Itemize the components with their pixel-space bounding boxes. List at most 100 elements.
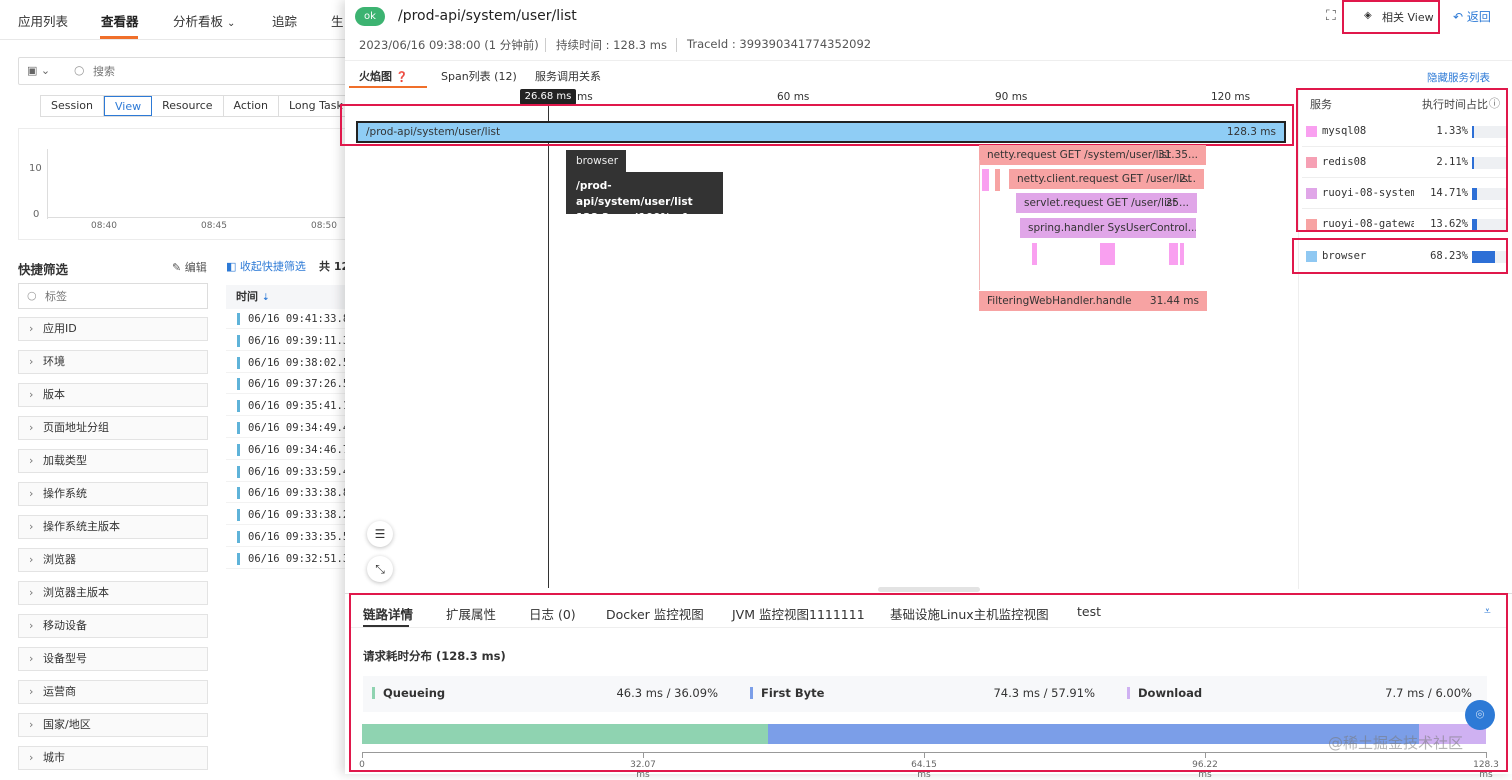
filter-item[interactable]: 环境 <box>18 350 208 374</box>
nav-trace[interactable]: 追踪 <box>272 11 297 30</box>
back-icon: ↶ <box>1453 10 1464 24</box>
span-name: spring.handler SysUserControl... <box>1028 222 1196 234</box>
span-bar-small[interactable] <box>982 169 989 191</box>
tab-view[interactable]: View <box>103 96 153 116</box>
y-tick: 0 <box>33 209 40 220</box>
span-name: servlet.request GET /user/list <box>1024 197 1177 209</box>
tab-flame-label: 火焰图 <box>359 70 392 83</box>
table-row[interactable]: 06/16 09:35:41.1 <box>226 396 346 417</box>
filter-item[interactable]: 设备型号 <box>18 647 208 671</box>
span-name: netty.client.request GET /user/list <box>1017 173 1192 185</box>
filter-item[interactable]: 页面地址分组 <box>18 416 208 440</box>
table-row[interactable]: 06/16 09:39:11.3 <box>226 331 346 351</box>
table-row[interactable]: 06/16 09:34:46.7 <box>226 440 346 460</box>
span-duration: 31.44 ms <box>1149 295 1199 307</box>
x-tick: 08:40 <box>91 221 117 231</box>
tab-span-list[interactable]: Span列表 (12) <box>441 68 517 84</box>
table-row[interactable]: 06/16 09:37:26.5 <box>226 374 346 395</box>
active-tab-indicator <box>349 86 427 88</box>
collapse-icon[interactable]: ⤡ <box>367 556 393 582</box>
edit-label: 编辑 <box>184 261 207 274</box>
help-icon: ❓ <box>395 72 409 83</box>
table-row[interactable]: 06/16 09:33:35.5 <box>226 527 346 547</box>
collapse-filter-button[interactable]: ◧ 收起快捷筛选 <box>226 258 306 274</box>
span-bar[interactable]: FilteringWebHandler.handle 31.44 ms <box>979 291 1207 311</box>
nav-active-indicator <box>100 36 138 39</box>
filter-item[interactable]: 应用ID <box>18 317 208 341</box>
y-axis <box>47 149 48 219</box>
filter-item[interactable]: 加载类型 <box>18 449 208 473</box>
cursor-time-label: 26.68 ms <box>520 89 576 105</box>
tag-search-input[interactable] <box>45 287 195 305</box>
span-duration: 31.35... <box>1157 149 1198 161</box>
back-button[interactable]: ↶ 返回 <box>1453 8 1491 25</box>
top-nav: 应用列表 查看器 分析看板 ⌄ 追踪 生 <box>0 0 345 40</box>
span-duration: 25... <box>1165 197 1189 209</box>
chevron-down-icon: ⌄ <box>227 18 236 29</box>
span-duration: 2... <box>1179 173 1196 185</box>
table-row[interactable]: 06/16 09:32:51.3 <box>226 549 346 569</box>
resize-handle[interactable] <box>878 587 980 592</box>
span-bar[interactable]: netty.request GET /system/user/list 31.35… <box>979 145 1206 165</box>
query-type-icon[interactable]: ▣ ⌄ <box>27 64 50 77</box>
table-row[interactable]: 06/16 09:34:49.4 <box>226 418 346 438</box>
cursor-line <box>548 104 549 588</box>
table-row[interactable]: 06/16 09:33:59.4 <box>226 462 346 482</box>
filter-item[interactable]: 浏览器主版本 <box>18 581 208 605</box>
time-header-label: 时间 <box>236 290 258 303</box>
table-row[interactable]: 06/16 09:38:02.5 <box>226 353 346 373</box>
tooltip-service: browser <box>566 150 626 172</box>
table-row[interactable]: 06/16 09:33:38.8 <box>226 483 346 504</box>
tab-flame-graph[interactable]: 火焰图 ❓ <box>359 68 408 84</box>
tooltip-span-name: /prod-api/system/user/list <box>576 180 693 208</box>
trace-time: 2023/06/16 09:38:00 (1 分钟前) <box>359 38 539 52</box>
span-bar[interactable]: netty.client.request GET /user/list 2... <box>1009 169 1204 189</box>
nav-more[interactable]: 生 <box>331 11 344 30</box>
back-label: 返回 <box>1466 10 1491 24</box>
filter-item[interactable]: 版本 <box>18 383 208 407</box>
filter-item[interactable]: 运营商 <box>18 680 208 704</box>
span-bar-small[interactable] <box>995 169 1000 191</box>
nav-viewer[interactable]: 查看器 <box>101 11 139 30</box>
divider <box>545 38 546 52</box>
mini-histogram: 10 0 08:40 08:45 08:50 <box>18 128 348 240</box>
tab-resource[interactable]: Resource <box>152 96 224 116</box>
filter-item[interactable]: 国家/地区 <box>18 713 208 737</box>
nav-dashboard[interactable]: 分析看板 ⌄ <box>173 11 235 30</box>
list-icon[interactable]: ☰ <box>367 521 393 547</box>
edit-filter-button[interactable]: ✎ 编辑 <box>172 259 207 275</box>
nav-app-list[interactable]: 应用列表 <box>18 11 68 30</box>
divider <box>676 38 677 52</box>
search-bar: ▣ ⌄ ○ <box>18 57 348 85</box>
filter-item[interactable]: 操作系统主版本 <box>18 515 208 539</box>
time-column-header[interactable]: 时间 ⇣ <box>226 285 346 309</box>
span-bar-small[interactable] <box>1169 243 1178 265</box>
filter-item[interactable]: 移动设备 <box>18 614 208 638</box>
page-title: /prod-api/system/user/list <box>398 8 577 24</box>
hide-service-list-link[interactable]: 隐藏服务列表 <box>1427 70 1490 85</box>
filter-item[interactable]: 浏览器 <box>18 548 208 572</box>
table-row[interactable]: 06/16 09:41:33.8 <box>226 309 346 329</box>
span-bar[interactable]: servlet.request GET /user/list 25... <box>1016 193 1197 213</box>
status-badge: ok <box>355 7 385 26</box>
view-type-tabs: Session View Resource Action Long Task <box>40 95 355 117</box>
y-tick: 10 <box>29 163 42 174</box>
highlight-box <box>1342 0 1440 34</box>
span-bar-small[interactable] <box>1180 243 1184 265</box>
search-input[interactable] <box>93 61 343 81</box>
highlight-box <box>340 104 1294 146</box>
span-name: FilteringWebHandler.handle <box>987 295 1132 307</box>
tab-action[interactable]: Action <box>224 96 279 116</box>
fullscreen-icon[interactable]: ⛶ <box>1326 8 1336 24</box>
filter-item[interactable]: 城市 <box>18 746 208 770</box>
span-bar[interactable]: spring.handler SysUserControl... <box>1020 218 1196 238</box>
tab-session[interactable]: Session <box>41 96 104 116</box>
table-row[interactable]: 06/16 09:33:38.2 <box>226 505 346 526</box>
span-bar-small[interactable] <box>1032 243 1037 265</box>
trace-id: TraceId : 399390341774352092 <box>687 37 872 51</box>
x-tick: 08:45 <box>201 221 227 231</box>
tab-service-relation[interactable]: 服务调用关系 <box>535 68 601 84</box>
x-axis <box>47 217 347 218</box>
filter-item[interactable]: 操作系统 <box>18 482 208 506</box>
span-bar-small[interactable] <box>1100 243 1115 265</box>
